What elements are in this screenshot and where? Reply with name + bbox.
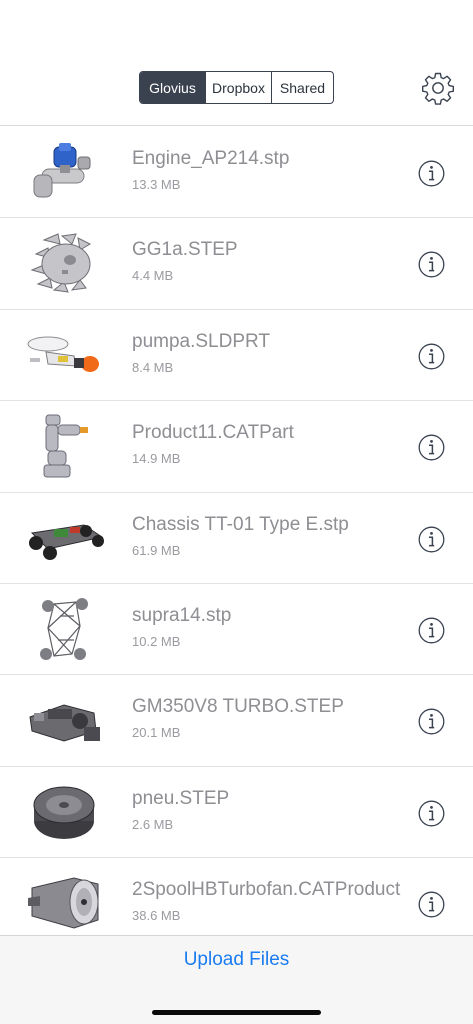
segment-glovius[interactable]: Glovius [140,72,205,103]
file-row[interactable]: pneu.STEP 2.6 MB [0,767,473,859]
bottom-toolbar: Upload Files [0,935,473,1024]
info-circle-icon[interactable] [418,617,445,644]
file-name: 2SpoolHBTurbofan.CATProduct [132,879,401,901]
file-size: 2.6 MB [132,816,174,832]
file-size: 20.1 MB [132,725,181,741]
file-row[interactable]: Chassis TT-01 Type E.stp 61.9 MB [0,493,473,584]
info-circle-icon[interactable] [418,526,445,553]
pump-thumbnail-icon [27,336,99,372]
top-bar: Glovius Dropbox Shared [0,0,473,126]
info-circle-icon[interactable] [418,708,445,735]
file-name: Chassis TT-01 Type E.stp [132,513,349,535]
file-name: Engine_AP214.stp [132,148,290,169]
file-size: 14.9 MB [132,451,181,467]
file-row[interactable]: Engine_AP214.stp 13.3 MB [0,127,473,219]
file-name: GG1a.STEP [132,239,238,261]
info-circle-icon[interactable] [418,251,445,278]
upload-files-button[interactable]: Upload Files [0,949,473,971]
info-circle-icon[interactable] [418,800,445,827]
home-indicator[interactable] [152,1010,321,1015]
file-row[interactable]: Product11.CATPart 14.9 MB [0,401,473,493]
info-circle-icon[interactable] [418,160,445,187]
file-name: Product11.CATPart [132,422,294,444]
gear-part-thumbnail-icon [30,233,92,294]
source-segmented-control: Glovius Dropbox Shared [139,71,334,104]
rc-chassis-thumbnail-icon [29,524,104,560]
file-row[interactable]: pumpa.SLDPRT 8.4 MB [0,310,473,402]
info-circle-icon[interactable] [418,891,445,918]
file-row[interactable]: supra14.stp 10.2 MB [0,584,473,676]
file-name: supra14.stp [132,604,232,626]
file-size: 8.4 MB [132,359,174,375]
file-size: 13.3 MB [132,177,181,192]
file-size: 10.2 MB [132,633,181,649]
file-name: GM350V8 TURBO.STEP [132,696,344,718]
file-size: 4.4 MB [132,268,174,284]
v8-engine-thumbnail-icon [29,704,100,742]
file-list: Engine_AP214.stp 13.3 MB GG1a.STEP 4.4 M… [0,127,473,935]
info-circle-icon[interactable] [418,343,445,370]
engine-thumbnail-icon [33,143,91,198]
gear-icon[interactable] [420,70,456,106]
tire-thumbnail-icon [33,786,95,839]
segment-dropbox[interactable]: Dropbox [205,72,271,103]
file-name: pumpa.SLDPRT [132,330,270,352]
file-row[interactable]: GM350V8 TURBO.STEP 20.1 MB [0,675,473,767]
robot-arm-thumbnail-icon [43,414,88,478]
file-row[interactable]: 2SpoolHBTurbofan.CATProduct 38.6 MB [0,858,473,935]
info-circle-icon[interactable] [418,434,445,461]
turbofan-thumbnail-icon [28,877,99,929]
space-frame-thumbnail-icon [40,597,88,660]
segment-shared[interactable]: Shared [271,72,333,103]
file-size: 38.6 MB [132,908,181,924]
file-name: pneu.STEP [132,787,230,809]
file-row[interactable]: GG1a.STEP 4.4 MB [0,218,473,310]
file-size: 61.9 MB [132,542,181,558]
